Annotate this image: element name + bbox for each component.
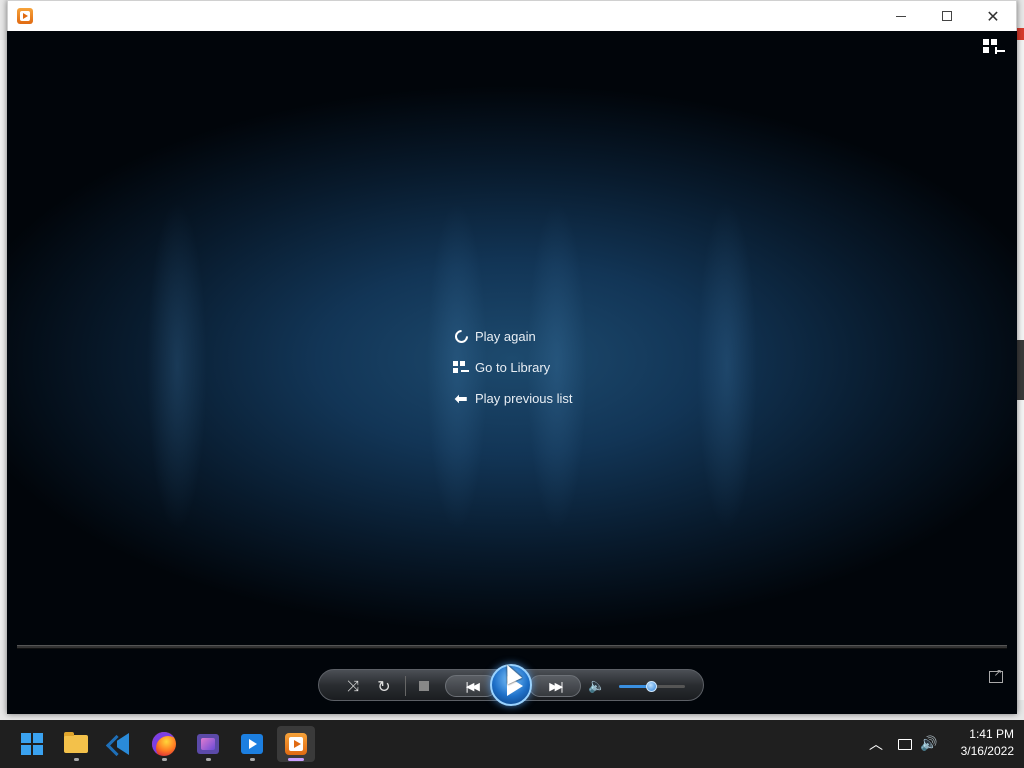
vscode-icon bbox=[109, 733, 131, 755]
visual-beam bbox=[147, 201, 207, 531]
go-to-library-label: Go to Library bbox=[475, 360, 551, 375]
minimize-button[interactable] bbox=[878, 1, 924, 31]
repeat-icon: ↻ bbox=[377, 676, 391, 696]
stop-button[interactable] bbox=[417, 676, 431, 696]
close-icon: ✕ bbox=[986, 6, 1000, 26]
clock-date: 3/16/2022 bbox=[960, 744, 1014, 758]
end-of-playback-menu: Play again Go to Library ⬅ Play previous… bbox=[447, 321, 573, 414]
show-hidden-icons-button[interactable]: ︿ bbox=[866, 720, 886, 768]
stop-icon bbox=[419, 681, 429, 691]
background-scroll-thumb bbox=[1016, 340, 1024, 400]
wmp-icon bbox=[285, 733, 307, 755]
taskbar-media-player[interactable] bbox=[277, 726, 315, 762]
maximize-button[interactable] bbox=[924, 1, 970, 31]
media-player-app-icon bbox=[17, 8, 33, 24]
volume-icon: 🔈 bbox=[588, 678, 606, 694]
close-button[interactable]: ✕ bbox=[970, 1, 1016, 31]
system-clock[interactable]: 1:41 PM 3/16/2022 bbox=[944, 726, 1014, 760]
volume-slider[interactable] bbox=[619, 681, 685, 692]
start-button[interactable] bbox=[13, 726, 51, 762]
chevron-up-icon: ︿ bbox=[869, 737, 883, 753]
network-status[interactable] bbox=[894, 720, 916, 768]
play-again-label: Play again bbox=[475, 329, 536, 344]
play-again-option[interactable]: Play again bbox=[447, 321, 573, 352]
media-player-window: ✕ Play again Go to Library ⬅ Play previo… bbox=[7, 0, 1017, 714]
title-bar[interactable]: ✕ bbox=[7, 0, 1017, 31]
firefox-icon bbox=[152, 732, 176, 756]
switch-to-library-button[interactable] bbox=[983, 39, 1005, 57]
full-screen-button[interactable] bbox=[989, 668, 1003, 683]
repeat-button[interactable]: ↻ bbox=[374, 676, 394, 696]
maximize-icon bbox=[942, 11, 952, 21]
next-button[interactable]: ▶▶| bbox=[529, 675, 581, 697]
visual-beam bbox=[697, 201, 757, 531]
volume-status[interactable]: 🔊 bbox=[918, 720, 940, 768]
shuffle-icon: ⤨ bbox=[346, 677, 359, 695]
volume-slider-thumb[interactable] bbox=[646, 681, 657, 692]
taskbar-vscode[interactable] bbox=[101, 726, 139, 762]
mute-button[interactable]: 🔈 bbox=[587, 676, 607, 696]
now-playing-area: Play again Go to Library ⬅ Play previous… bbox=[7, 31, 1017, 714]
folder-icon bbox=[64, 732, 88, 753]
go-to-library-option[interactable]: Go to Library bbox=[447, 352, 573, 383]
taskbar-video-editor[interactable] bbox=[189, 726, 227, 762]
taskbar-file-explorer[interactable] bbox=[57, 726, 95, 762]
previous-icon: |◀◀ bbox=[465, 679, 480, 693]
clock-time: 1:41 PM bbox=[969, 727, 1014, 741]
windows-start-icon bbox=[21, 733, 43, 755]
minimize-icon bbox=[896, 15, 906, 17]
play-previous-list-option[interactable]: ⬅ Play previous list bbox=[447, 383, 573, 414]
controls-divider bbox=[405, 676, 406, 696]
back-arrow-icon: ⬅ bbox=[454, 388, 468, 408]
replay-icon bbox=[447, 327, 475, 346]
network-icon bbox=[898, 738, 912, 750]
seek-bar[interactable] bbox=[17, 645, 1007, 649]
speaker-icon: 🔊 bbox=[920, 736, 938, 752]
film-icon bbox=[197, 734, 219, 754]
taskbar: ︿ 🔊 1:41 PM 3/16/2022 bbox=[0, 720, 1024, 768]
play-previous-list-label: Play previous list bbox=[475, 391, 573, 406]
library-icon bbox=[447, 359, 475, 377]
movie-icon bbox=[241, 734, 263, 754]
taskbar-firefox[interactable] bbox=[145, 726, 183, 762]
shuffle-button[interactable]: ⤨ bbox=[343, 676, 363, 696]
next-icon: ▶▶| bbox=[549, 679, 564, 693]
taskbar-movies-tv[interactable] bbox=[233, 726, 271, 762]
